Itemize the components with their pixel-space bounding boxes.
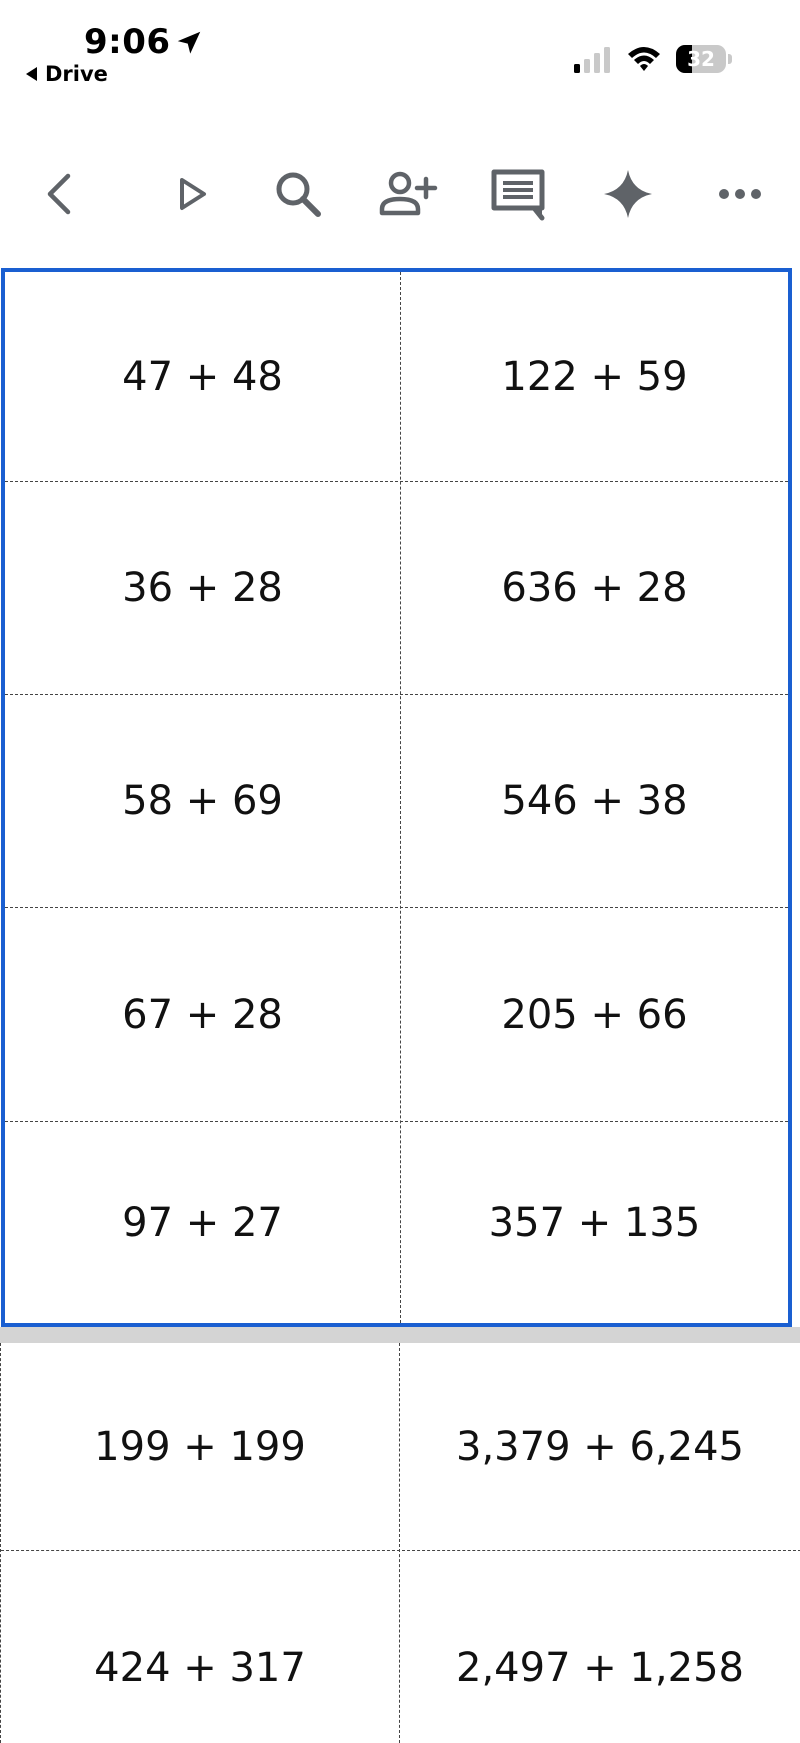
table-cell[interactable]: 424 + 317 xyxy=(1,1551,399,1743)
cellular-signal-icon xyxy=(574,47,610,73)
back-to-drive-label: Drive xyxy=(45,62,108,86)
table-cell[interactable]: 67 + 28 xyxy=(5,908,400,1121)
table-cell[interactable]: 199 + 199 xyxy=(1,1343,399,1550)
battery-indicator: 32 xyxy=(676,45,732,73)
play-icon xyxy=(180,178,206,210)
selected-table[interactable]: 47 + 48 122 + 59 36 + 28 636 + 28 58 + 6… xyxy=(1,268,792,1327)
table-cell[interactable]: 122 + 59 xyxy=(401,272,788,481)
comments-button[interactable] xyxy=(486,162,550,226)
table-cell[interactable]: 2,497 + 1,258 xyxy=(400,1551,800,1743)
back-triangle-icon xyxy=(26,67,37,81)
back-chevron-icon xyxy=(47,173,71,215)
battery-percent: 32 xyxy=(687,47,715,71)
status-bar: 9:06 Drive 32 xyxy=(0,0,800,100)
table-cell[interactable]: 3,379 + 6,245 xyxy=(400,1343,800,1550)
table-cell[interactable]: 36 + 28 xyxy=(5,482,400,694)
table-cell[interactable]: 636 + 28 xyxy=(401,482,788,694)
share-button[interactable] xyxy=(376,162,440,226)
table-cell[interactable]: 58 + 69 xyxy=(5,695,400,907)
search-button[interactable] xyxy=(266,162,330,226)
docs-toolbar xyxy=(0,150,800,240)
page-break xyxy=(0,1327,800,1343)
search-icon xyxy=(276,172,321,217)
back-to-drive-link[interactable]: Drive xyxy=(26,62,108,86)
battery-body: 32 xyxy=(676,45,726,73)
more-icon xyxy=(719,189,761,199)
table-cell[interactable]: 357 + 135 xyxy=(401,1122,788,1323)
next-table[interactable]: 199 + 199 3,379 + 6,245 424 + 317 2,497 … xyxy=(0,1343,800,1743)
wifi-icon xyxy=(628,47,660,71)
table-cell[interactable]: 546 + 38 xyxy=(401,695,788,907)
sparkle-icon xyxy=(604,170,652,218)
gemini-button[interactable] xyxy=(596,162,660,226)
location-arrow-icon xyxy=(177,31,201,54)
table-cell[interactable]: 205 + 66 xyxy=(401,908,788,1121)
more-options-button[interactable] xyxy=(708,162,772,226)
status-time: 9:06 xyxy=(84,22,171,62)
play-button[interactable] xyxy=(160,162,224,226)
battery-cap xyxy=(728,54,732,64)
table-cell[interactable]: 97 + 27 xyxy=(5,1122,400,1323)
add-person-icon xyxy=(379,171,438,216)
comment-icon xyxy=(491,169,545,221)
back-button[interactable] xyxy=(28,162,92,226)
table-cell[interactable]: 47 + 48 xyxy=(5,272,400,481)
